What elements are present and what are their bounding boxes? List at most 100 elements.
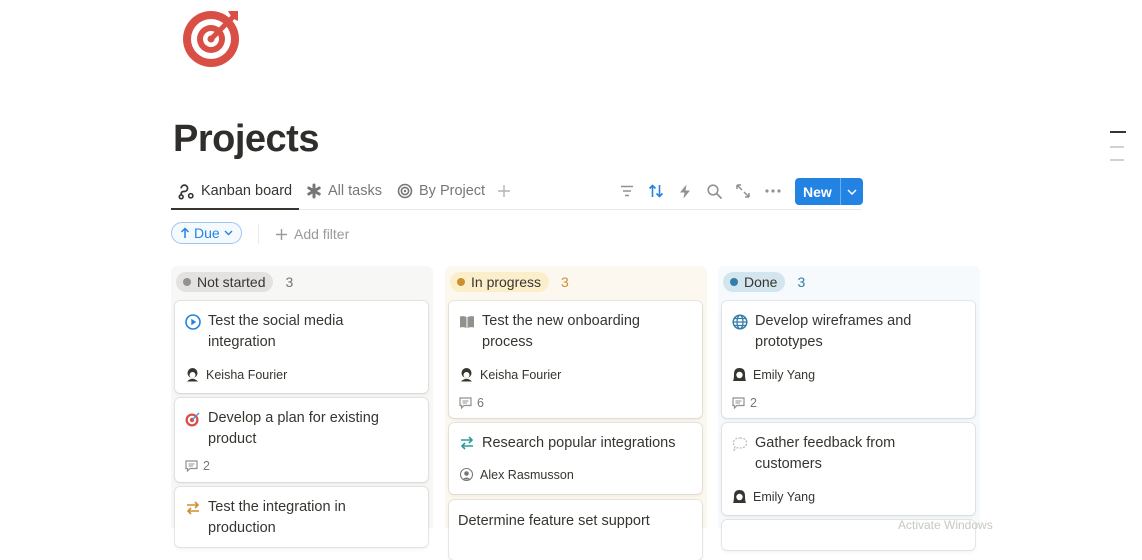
add-filter-label: Add filter <box>294 226 350 242</box>
avatar-icon <box>733 368 746 381</box>
lightning-icon <box>680 184 690 198</box>
book-icon <box>460 316 474 328</box>
tab-all-tasks[interactable]: All tasks <box>306 178 382 204</box>
card-test-integration-production[interactable]: Test the integration in production <box>175 487 428 547</box>
card-title: Test the integration in production <box>208 499 346 536</box>
status-pill-not-started[interactable]: Not started <box>176 272 274 292</box>
card-title: Test the new onboarding process <box>482 313 640 350</box>
column-done: Done 3 Develop wireframes and prototypes… <box>718 266 980 550</box>
card-determine-feature-set-support[interactable]: Determine feature set support <box>449 500 702 560</box>
card-assignee[interactable]: Keisha Fourier <box>185 367 287 382</box>
speech-bubble-icon <box>732 437 748 452</box>
card-title: Research popular integrations <box>482 435 676 451</box>
expand-icon <box>736 184 750 198</box>
assignee-name: Keisha Fourier <box>206 367 288 382</box>
card-research-popular-integrations[interactable]: Research popular integrations Alex Rasmu… <box>449 423 702 494</box>
assignee-name: Emily Yang <box>753 489 816 504</box>
target-icon <box>183 11 239 67</box>
new-button[interactable]: New <box>795 178 863 205</box>
card-develop-plan-existing-product[interactable]: Develop a plan for existing product 2 <box>175 398 428 482</box>
avatar-icon <box>733 490 746 503</box>
plus-icon <box>276 228 287 240</box>
new-options-button[interactable] <box>841 188 863 195</box>
card-title: Determine feature set support <box>458 513 650 529</box>
plus-icon <box>498 185 510 197</box>
arrow-up-icon <box>180 227 190 238</box>
filter-divider <box>258 224 259 244</box>
add-view-button[interactable] <box>497 178 511 204</box>
outline-mark[interactable] <box>1110 146 1124 148</box>
card-assignee[interactable]: Emily Yang <box>732 367 815 382</box>
add-filter-button[interactable]: Add filter <box>275 224 349 244</box>
activation-watermark: Activate Windows <box>898 518 993 532</box>
asterisk-icon <box>307 183 321 199</box>
card-comments: 6 <box>459 396 484 410</box>
column-count: 3 <box>285 274 294 290</box>
automation-button[interactable] <box>674 180 696 202</box>
chevron-down-icon <box>224 230 233 236</box>
kanban-icon <box>178 183 194 200</box>
page-title: Projects <box>173 118 319 160</box>
avatar-icon <box>461 368 472 382</box>
outline-mark-active[interactable] <box>1110 131 1126 133</box>
active-tab-underline <box>171 208 299 210</box>
sort-icon <box>648 184 664 198</box>
tab-label: By Project <box>419 183 486 199</box>
search-button[interactable] <box>703 180 725 202</box>
due-label: Due <box>194 225 220 241</box>
sort-button[interactable] <box>645 180 667 202</box>
card-test-onboarding-process[interactable]: Test the new onboarding process Keisha F… <box>449 301 702 418</box>
more-button[interactable] <box>762 180 784 202</box>
page-icon-target[interactable] <box>182 6 244 68</box>
comment-count: 2 <box>203 459 210 473</box>
status-dot <box>457 278 465 286</box>
column-count: 3 <box>561 274 569 290</box>
card-assignee[interactable]: Alex Rasmusson <box>459 467 574 482</box>
chevron-down-icon <box>847 188 857 195</box>
new-button-label: New <box>803 183 832 200</box>
filter-button[interactable] <box>616 180 638 202</box>
tab-by-project[interactable]: By Project <box>397 178 485 204</box>
globe-icon <box>732 314 748 330</box>
card-test-social-media-integration[interactable]: Test the social media integration Keisha… <box>175 301 428 393</box>
outline-mark[interactable] <box>1110 159 1124 161</box>
comment-count: 2 <box>750 396 757 410</box>
play-circle-icon <box>185 314 201 330</box>
assignee-name: Emily Yang <box>753 367 816 382</box>
swap-arrows-icon <box>186 501 200 515</box>
status-pill-done[interactable]: Done <box>723 272 786 292</box>
assignee-name: Keisha Fourier <box>480 367 562 382</box>
tab-label: Kanban board <box>201 183 293 199</box>
target-outline-icon <box>397 183 413 199</box>
more-icon <box>765 189 781 193</box>
card-gather-feedback-customers[interactable]: Gather feedback from customers Emily Yan… <box>722 423 975 515</box>
dart-icon <box>185 412 200 427</box>
tab-label: All tasks <box>328 183 382 199</box>
tab-kanban-board[interactable]: Kanban board <box>178 178 292 204</box>
assignee-name: Alex Rasmusson <box>480 467 574 482</box>
avatar-icon <box>187 368 198 382</box>
open-full-page-button[interactable] <box>732 180 754 202</box>
avatar-icon <box>459 467 474 482</box>
card-title: Develop a plan for existing product <box>208 410 379 447</box>
status-dot <box>183 278 191 286</box>
card-title: Test the social media integration <box>208 313 344 350</box>
card-assignee[interactable]: Keisha Fourier <box>459 367 561 382</box>
card-assignee[interactable]: Emily Yang <box>732 489 815 504</box>
status-pill-in-progress[interactable]: In progress <box>450 272 550 292</box>
status-label: In progress <box>471 274 542 290</box>
filter-icon <box>621 185 633 197</box>
status-label: Done <box>744 274 778 290</box>
comment-icon <box>459 397 472 409</box>
card-comments: 2 <box>185 459 210 473</box>
search-icon <box>706 183 722 199</box>
comment-icon <box>185 460 198 472</box>
card-title: Develop wireframes and prototypes <box>755 313 912 350</box>
comment-count: 6 <box>477 396 484 410</box>
column-not-started: Not started 3 Test the social media inte… <box>171 266 433 547</box>
swap-arrows-icon <box>460 436 474 450</box>
column-in-progress: In progress 3 Test the new onboarding pr… <box>445 266 707 560</box>
sort-due-pill[interactable]: Due <box>171 222 242 244</box>
card-develop-wireframes-prototypes[interactable]: Develop wireframes and prototypes Emily … <box>722 301 975 418</box>
card-comments: 2 <box>732 396 757 410</box>
